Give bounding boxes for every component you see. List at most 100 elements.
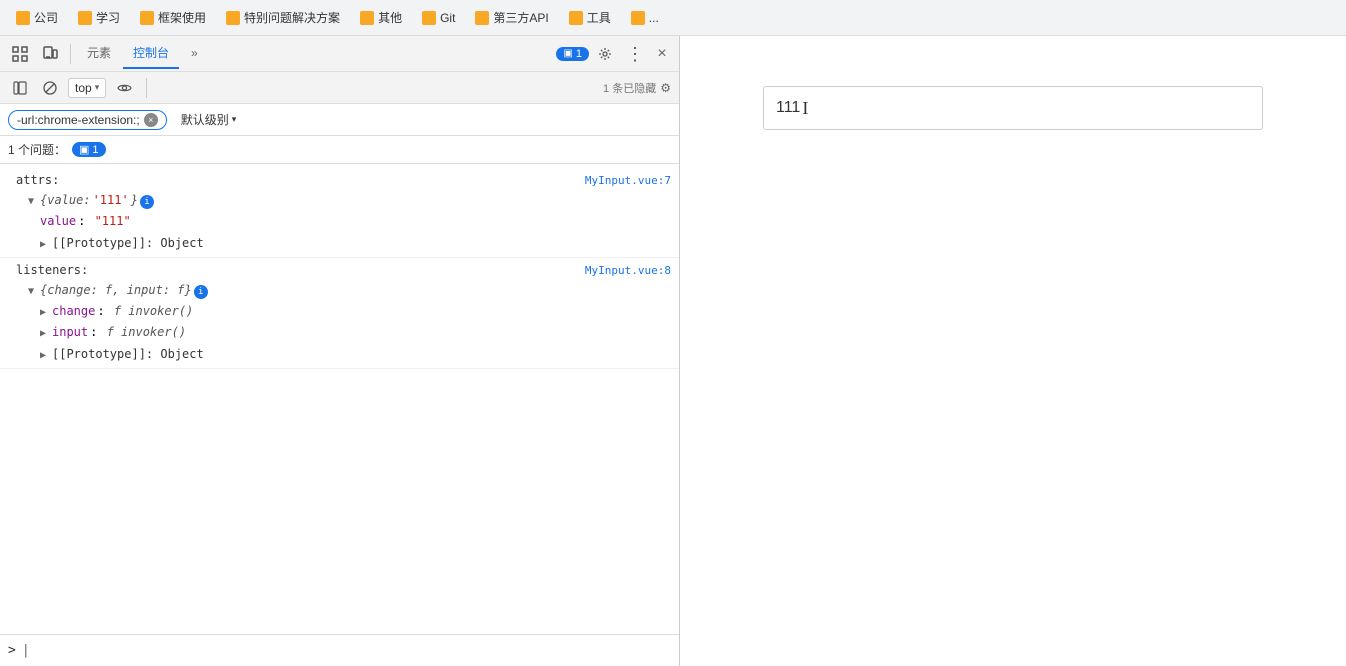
bookmark-item[interactable]: 学习 (70, 6, 128, 29)
attrs-expand-arrow[interactable]: ▼ (28, 194, 38, 210)
context-selector[interactable]: top ▾ (68, 78, 106, 98)
badge-message-icon: ▣ (563, 48, 572, 59)
badge-count: 1 (576, 48, 582, 60)
bookmarks-bar: 公司 学习框架使用 特别问题解决方案 其他 Git 第三方API 工具... (0, 0, 1346, 36)
more-options-button[interactable]: ⋮ (621, 40, 649, 68)
preview-input-container: 111 I (763, 86, 1263, 130)
folder-icon (631, 11, 645, 25)
input-colon: : (90, 323, 104, 342)
listeners-header: listeners: MyInput.vue:8 (16, 261, 671, 280)
folder-icon (78, 11, 92, 25)
cursor-I: I (802, 98, 808, 119)
attrs-object-row[interactable]: ▼ {value: '111' } i (16, 190, 671, 211)
settings-button[interactable] (591, 40, 619, 68)
bookmark-label: 第三方API (493, 9, 548, 26)
issues-badge[interactable]: ▣ 1 (72, 142, 106, 157)
bookmark-item[interactable]: 特别问题解决方案 (218, 6, 348, 29)
issues-badge-icon: ▣ (79, 143, 89, 156)
device-toolbar-button[interactable] (36, 40, 64, 68)
bookmark-item[interactable]: ... (623, 8, 667, 28)
bookmark-label: Git (440, 11, 455, 25)
bookmark-label: 工具 (587, 9, 611, 26)
attrs-value-key: value (40, 212, 76, 231)
bookmark-label: 特别问题解决方案 (244, 9, 340, 26)
input-expand-arrow[interactable]: ▶ (40, 326, 50, 342)
bookmark-item[interactable]: 其他 (352, 6, 410, 29)
folder-icon (140, 11, 154, 25)
folder-icon (422, 11, 436, 25)
context-label: top (75, 81, 92, 95)
listeners-info-icon[interactable]: i (194, 285, 208, 299)
listeners-summary: {change: f, input: f} (40, 281, 192, 300)
attrs-value-val: "111" (95, 212, 131, 231)
attrs-prototype-text: [[Prototype]]: Object (52, 234, 204, 253)
context-arrow: ▾ (95, 82, 100, 93)
bookmark-item[interactable]: 公司 (8, 6, 66, 29)
bookmark-item[interactable]: Git (414, 8, 463, 28)
listeners-prototype-row[interactable]: ▶ [[Prototype]]: Object (16, 344, 671, 365)
bookmark-label: 其他 (378, 9, 402, 26)
hidden-count-label: 1 条已隐藏 (603, 80, 656, 96)
attrs-prop-name: attrs: (16, 173, 59, 187)
listeners-change-row[interactable]: ▶ change : f invoker() (16, 301, 671, 322)
devtools-toolbar: 元素 控制台 » ▣ 1 ⋮ × (0, 36, 679, 72)
folder-icon (16, 11, 30, 25)
issues-badge-count: 1 (92, 144, 98, 156)
clear-console-button[interactable] (38, 76, 62, 100)
log-level-selector[interactable]: 默认级别 ▾ (175, 109, 243, 130)
main-layout: 元素 控制台 » ▣ 1 ⋮ × (0, 36, 1346, 666)
attrs-prototype-row[interactable]: ▶ [[Prototype]]: Object (16, 233, 671, 254)
remove-filter-button[interactable]: × (144, 113, 158, 127)
listeners-proto-arrow[interactable]: ▶ (40, 348, 50, 364)
bookmark-item[interactable]: 工具 (561, 6, 619, 29)
issues-label: 1 个问题： (8, 141, 66, 158)
input-value: f invoker() (107, 323, 186, 342)
tab-elements[interactable]: 元素 (77, 38, 121, 69)
console-entry-listeners: listeners: MyInput.vue:8 ▼ {change: f, i… (0, 258, 679, 369)
toolbar-divider (70, 44, 71, 64)
listeners-label: listeners: (16, 261, 88, 280)
filter-row: -url:chrome-extension:; × 默认级别 ▾ (0, 104, 679, 136)
console-entry-attrs: attrs: MyInput.vue:7 ▼ {value: '111' } i… (0, 168, 679, 258)
devtools-panel: 元素 控制台 » ▣ 1 ⋮ × (0, 36, 680, 666)
attrs-summary: {value: (40, 191, 91, 210)
listeners-prototype-text: [[Prototype]]: Object (52, 345, 204, 364)
console-cursor: | (22, 643, 30, 658)
listeners-input-row[interactable]: ▶ input : f invoker() (16, 322, 671, 343)
listeners-source-link[interactable]: MyInput.vue:8 (585, 262, 671, 280)
attrs-value-string: '111' (93, 191, 129, 210)
inspect-button[interactable] (6, 40, 34, 68)
issue-badge[interactable]: ▣ 1 (556, 47, 589, 61)
listeners-object-row[interactable]: ▼ {change: f, input: f} i (16, 280, 671, 301)
listeners-prop-name: listeners: (16, 263, 88, 277)
console-divider (146, 78, 147, 98)
close-icon: × (657, 45, 666, 63)
console-input-row[interactable]: > | (0, 634, 679, 666)
attrs-colon: : (78, 212, 92, 231)
level-arrow-icon: ▾ (232, 114, 237, 125)
attrs-label: attrs: (16, 171, 59, 190)
tab-more[interactable]: » (181, 40, 208, 68)
change-expand-arrow[interactable]: ▶ (40, 305, 50, 321)
url-filter-chip[interactable]: -url:chrome-extension:; × (8, 110, 167, 130)
console-output[interactable]: attrs: MyInput.vue:7 ▼ {value: '111' } i… (0, 164, 679, 634)
attrs-proto-arrow[interactable]: ▶ (40, 237, 50, 253)
bookmark-label: 公司 (34, 9, 58, 26)
bookmark-item[interactable]: 框架使用 (132, 6, 214, 29)
more-icon: ⋮ (626, 45, 644, 63)
eye-filter-button[interactable] (112, 76, 136, 100)
hidden-notice: 1 条已隐藏 ⚙ (603, 80, 671, 96)
folder-icon (360, 11, 374, 25)
folder-icon (226, 11, 240, 25)
bookmark-label: 学习 (96, 9, 120, 26)
attrs-source-link[interactable]: MyInput.vue:7 (585, 172, 671, 190)
attrs-value-row: value : "111" (16, 211, 671, 232)
close-devtools-button[interactable]: × (651, 43, 673, 65)
tab-console[interactable]: 控制台 (123, 38, 179, 69)
change-value: f invoker() (114, 302, 193, 321)
listeners-expand-arrow[interactable]: ▼ (28, 284, 38, 300)
bookmark-item[interactable]: 第三方API (467, 6, 556, 29)
console-sidebar-button[interactable] (8, 76, 32, 100)
attrs-info-icon[interactable]: i (140, 195, 154, 209)
hidden-settings-icon[interactable]: ⚙ (660, 81, 671, 95)
